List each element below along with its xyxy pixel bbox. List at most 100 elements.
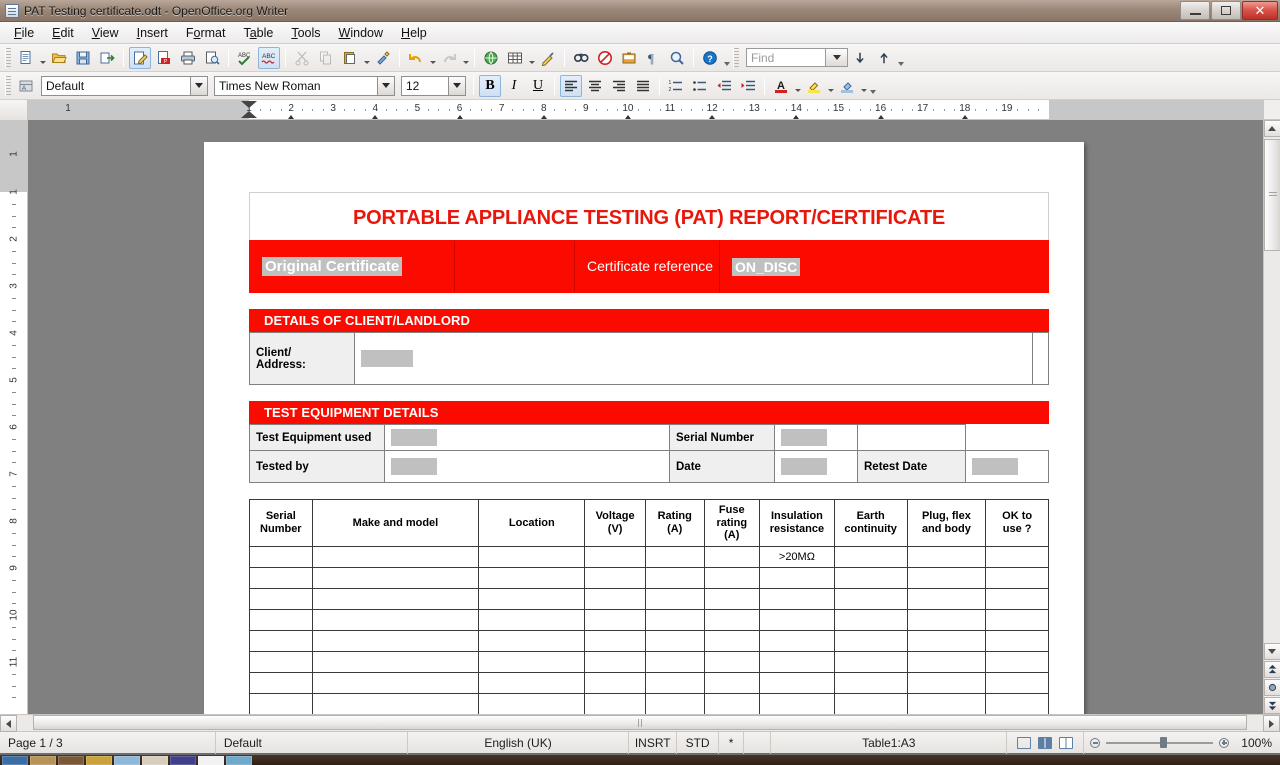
test-results-table[interactable]: Serial Number Make and model Location Voltag… — [249, 499, 1049, 714]
results-cell[interactable] — [249, 587, 313, 610]
tab-stop-marker[interactable] — [961, 115, 968, 119]
close-button[interactable]: ✕ — [1242, 1, 1278, 20]
zoom-icon[interactable] — [666, 47, 688, 69]
results-cell[interactable] — [584, 650, 646, 673]
scroll-down-button[interactable] — [1263, 643, 1280, 660]
results-cell[interactable] — [906, 566, 987, 589]
results-cell[interactable] — [644, 587, 705, 610]
bold-button[interactable]: B — [479, 74, 501, 97]
book-view-icon[interactable] — [1059, 736, 1074, 749]
taskbar-item[interactable] — [86, 755, 112, 765]
results-cell[interactable] — [833, 587, 908, 610]
results-cell[interactable] — [703, 608, 761, 631]
paragraph-style-value[interactable]: Default — [41, 75, 191, 96]
results-cell[interactable] — [906, 692, 987, 714]
spelling-icon[interactable]: ABC — [234, 47, 256, 69]
print-preview-icon[interactable] — [201, 47, 223, 69]
taskbar-item[interactable] — [226, 755, 252, 765]
menu-edit[interactable]: Edit — [44, 24, 82, 42]
results-cell[interactable] — [906, 608, 987, 631]
results-cell[interactable] — [906, 629, 987, 652]
tested-by-value-cell[interactable] — [384, 450, 670, 483]
justify-icon[interactable] — [632, 75, 654, 97]
font-size-combo[interactable]: 12 — [401, 75, 466, 96]
results-cell[interactable] — [478, 650, 586, 673]
autospellcheck-icon[interactable]: ABC — [258, 46, 280, 69]
font-size-value[interactable]: 12 — [401, 75, 449, 96]
left-margin-zone[interactable] — [28, 100, 249, 119]
formatting-toolbar-overflow-icon[interactable] — [868, 75, 878, 97]
zoom-in-icon[interactable] — [1219, 737, 1230, 748]
paragraph-style-dropdown-icon[interactable] — [191, 75, 208, 96]
results-cell[interactable] — [311, 692, 480, 714]
find-toolbar-grip[interactable] — [733, 47, 739, 68]
taskbar-item[interactable] — [198, 755, 224, 765]
document-page[interactable]: PORTABLE APPLIANCE TESTING (PAT) REPORT/… — [204, 142, 1084, 714]
results-cell[interactable] — [703, 545, 761, 568]
align-center-icon[interactable] — [584, 75, 606, 97]
results-cell[interactable] — [644, 692, 705, 714]
results-cell[interactable] — [985, 671, 1049, 694]
results-cell[interactable] — [703, 587, 761, 610]
left-indent-marker[interactable] — [241, 111, 257, 118]
print-icon[interactable] — [177, 47, 199, 69]
retest-date-value-cell[interactable] — [965, 450, 1049, 483]
vertical-scroll-thumb[interactable] — [1263, 139, 1280, 251]
formatting-marks-icon[interactable]: ¶ — [642, 47, 664, 69]
certificate-type-field[interactable]: Original Certificate — [262, 257, 403, 276]
results-cell[interactable] — [584, 545, 646, 568]
results-cell[interactable] — [833, 545, 908, 568]
results-cell[interactable] — [584, 671, 646, 694]
results-cell[interactable] — [478, 545, 586, 568]
taskbar-item[interactable] — [30, 755, 56, 765]
background-color-icon[interactable] — [836, 75, 858, 97]
font-name-value[interactable]: Times New Roman — [214, 75, 378, 96]
status-signature[interactable] — [744, 731, 772, 754]
results-cell[interactable] — [644, 608, 705, 631]
certificate-reference-cell[interactable]: ON_DISC — [720, 241, 1048, 292]
status-table-cell[interactable]: Table1:A3 — [771, 731, 1008, 754]
date-field[interactable] — [781, 458, 827, 475]
results-cell[interactable] — [759, 587, 835, 610]
redo-dropdown-icon[interactable] — [461, 47, 470, 69]
decrease-indent-icon[interactable] — [713, 75, 735, 97]
find-input[interactable]: Find — [746, 48, 826, 67]
italic-button[interactable]: I — [503, 75, 525, 97]
certificate-type-cell[interactable]: Original Certificate — [250, 241, 455, 292]
apply-style-icon[interactable]: A — [15, 75, 37, 97]
export-pdf-icon[interactable]: P — [153, 47, 175, 69]
retest-date-field[interactable] — [972, 458, 1018, 475]
scroll-left-button[interactable] — [0, 715, 17, 732]
results-cell[interactable] — [985, 692, 1049, 714]
results-cell[interactable] — [311, 650, 480, 673]
font-name-dropdown-icon[interactable] — [378, 75, 395, 96]
edit-file-icon[interactable] — [129, 46, 151, 69]
menu-tools[interactable]: Tools — [283, 24, 328, 42]
minimize-button[interactable] — [1180, 1, 1210, 20]
status-language[interactable]: English (UK) — [408, 731, 630, 754]
scroll-up-button[interactable] — [1263, 120, 1280, 137]
client-address-value-cell[interactable] — [354, 332, 1033, 385]
results-cell[interactable] — [906, 650, 987, 673]
background-color-dropdown-icon[interactable] — [859, 75, 868, 97]
tab-stop-marker[interactable] — [372, 115, 379, 119]
zoom-track-right[interactable] — [1167, 741, 1214, 744]
results-cell[interactable] — [985, 629, 1049, 652]
horizontal-scroll-thumb[interactable] — [33, 715, 1247, 730]
show-draw-functions-icon[interactable] — [537, 47, 559, 69]
zoom-slider[interactable] — [1084, 732, 1235, 754]
new-document-icon[interactable] — [15, 47, 37, 69]
results-cell[interactable] — [311, 608, 480, 631]
results-cell[interactable] — [906, 671, 987, 694]
results-cell[interactable] — [703, 629, 761, 652]
certificate-reference-field[interactable]: ON_DISC — [732, 257, 801, 276]
results-cell[interactable] — [703, 692, 761, 714]
taskbar-item[interactable] — [114, 755, 140, 765]
taskbar-item[interactable] — [170, 755, 196, 765]
results-cell[interactable] — [759, 671, 835, 694]
vertical-scroll-track[interactable] — [1263, 137, 1280, 643]
scroll-right-button[interactable] — [1263, 715, 1280, 732]
document-canvas[interactable]: PORTABLE APPLIANCE TESTING (PAT) REPORT/… — [28, 120, 1263, 714]
results-cell[interactable] — [478, 566, 586, 589]
results-cell[interactable] — [833, 608, 908, 631]
